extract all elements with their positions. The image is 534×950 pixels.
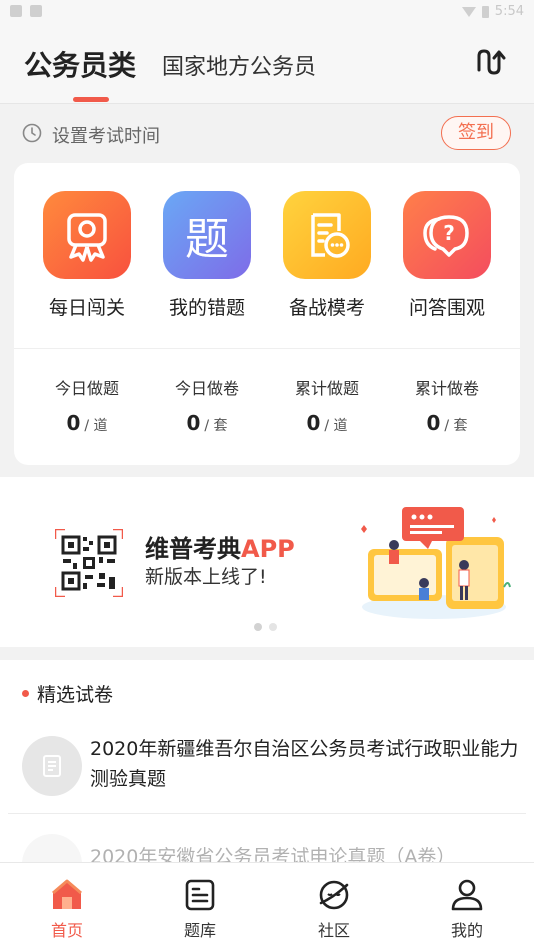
ti-character-icon: 题 bbox=[163, 191, 251, 279]
feature-label: 备战模考 bbox=[288, 297, 365, 319]
tab-profile[interactable]: 我的 bbox=[427, 877, 507, 941]
feature-daily-challenge[interactable]: 每日闯关 bbox=[27, 191, 147, 320]
tab-community[interactable]: 社区 bbox=[294, 877, 374, 941]
active-tab-indicator bbox=[73, 97, 109, 102]
section-title: 精选试卷 bbox=[37, 684, 114, 706]
section-header: 精选试卷 bbox=[22, 680, 113, 707]
stat-value: 0/ 道 bbox=[27, 411, 147, 435]
tab-home[interactable]: 首页 bbox=[27, 877, 107, 941]
stat-total-questions: 累计做题 0/ 道 bbox=[267, 375, 387, 435]
promo-banner[interactable]: 维普考典APP 新版本上线了! bbox=[0, 477, 534, 647]
set-exam-time-link[interactable]: 设置考试时间 bbox=[52, 122, 160, 148]
wifi-icon bbox=[461, 6, 476, 17]
question-bubble-icon: ? bbox=[403, 191, 491, 279]
carousel-dot[interactable] bbox=[254, 623, 262, 631]
stat-unit: / 套 bbox=[204, 418, 228, 434]
stat-value: 0/ 套 bbox=[387, 411, 507, 435]
banner-subtitle: 新版本上线了! bbox=[145, 566, 267, 588]
tab-label: 我的 bbox=[450, 921, 483, 940]
banner-title-main: 维普考典 bbox=[145, 535, 241, 563]
community-planet-icon bbox=[319, 880, 349, 910]
qr-code-icon bbox=[55, 529, 123, 597]
divider bbox=[8, 813, 526, 814]
banner-title: 维普考典APP bbox=[145, 529, 295, 564]
feature-label: 每日闯关 bbox=[48, 297, 125, 319]
tab-question-bank[interactable]: 题库 bbox=[160, 877, 240, 941]
home-icon bbox=[52, 879, 82, 909]
stat-label: 累计做题 bbox=[294, 379, 359, 398]
banner-title-accent: APP bbox=[241, 535, 295, 563]
stat-label: 累计做卷 bbox=[414, 379, 479, 398]
exam-paper-icon bbox=[283, 191, 371, 279]
notification-icon bbox=[10, 5, 22, 17]
paper-title: 2020年新疆维吾尔自治区公务员考试行政职业能力测验真题 bbox=[90, 738, 519, 790]
tab-label: 首页 bbox=[50, 921, 83, 940]
stat-number: 0 bbox=[186, 411, 201, 435]
stat-today-papers: 今日做卷 0/ 套 bbox=[147, 375, 267, 435]
section-bullet bbox=[22, 690, 29, 697]
medal-icon bbox=[43, 191, 131, 279]
carousel-dot[interactable] bbox=[269, 623, 277, 631]
feature-card: 每日闯关 题 我的错题 备战模考 ? 问答围观 今日做题 0 / 道 今日做卷 … bbox=[14, 163, 520, 465]
battery-icon bbox=[481, 5, 489, 18]
carousel-dots bbox=[254, 623, 277, 631]
stat-today-questions: 今日做题 0/ 道 bbox=[27, 375, 147, 435]
stat-total-papers: 累计做卷 0/ 套 bbox=[387, 375, 507, 435]
stat-unit: / 道 bbox=[84, 418, 108, 434]
feature-my-mistakes[interactable]: 题 我的错题 bbox=[147, 191, 267, 320]
stat-number: 0 bbox=[66, 411, 81, 435]
feature-label: 我的错题 bbox=[168, 297, 245, 319]
tab-label: 题库 bbox=[183, 921, 216, 940]
feature-qa[interactable]: ? 问答围观 bbox=[387, 191, 507, 320]
featured-papers-section: 精选试卷 2020年新疆维吾尔自治区公务员考试行政职业能力测验真题 2020年安… bbox=[0, 660, 534, 894]
header: 公务员类 国家地方公务员 bbox=[0, 24, 534, 104]
stat-number: 0 bbox=[306, 411, 321, 435]
category-title[interactable]: 公务员类 bbox=[24, 44, 136, 84]
paper-item[interactable]: 2020年新疆维吾尔自治区公务员考试行政职业能力测验真题 bbox=[22, 732, 522, 812]
status-time: 5:54 bbox=[494, 4, 524, 19]
question-mark: ? bbox=[443, 221, 455, 245]
study-illustration-icon bbox=[361, 507, 511, 619]
feature-mock-exam[interactable]: 备战模考 bbox=[267, 191, 387, 320]
question-bank-icon bbox=[185, 879, 215, 911]
status-bar: 5:54 bbox=[0, 0, 534, 24]
stat-unit: / 套 bbox=[444, 418, 468, 434]
app-notification-icon bbox=[30, 5, 42, 17]
divider bbox=[14, 348, 520, 349]
stat-number: 0 bbox=[426, 411, 441, 435]
profile-icon bbox=[451, 879, 483, 911]
bottom-tab-bar: 首页 题库 社区 我的 bbox=[0, 862, 534, 950]
stat-value: 0/ 道 bbox=[267, 411, 387, 435]
stat-value: 0/ 套 bbox=[147, 411, 267, 435]
ti-character: 题 bbox=[185, 214, 229, 265]
switch-icon[interactable] bbox=[474, 44, 510, 80]
stat-unit: / 道 bbox=[324, 418, 348, 434]
exam-time-bar: 设置考试时间 签到 bbox=[0, 105, 534, 161]
tab-label: 社区 bbox=[317, 921, 350, 940]
stat-label: 今日做题 bbox=[54, 379, 119, 398]
feature-label: 问答围观 bbox=[408, 297, 485, 319]
clock-icon bbox=[22, 123, 42, 143]
stat-label: 今日做卷 bbox=[174, 379, 239, 398]
category-subtitle[interactable]: 国家地方公务员 bbox=[162, 49, 316, 81]
document-icon bbox=[22, 736, 82, 796]
signin-button[interactable]: 签到 bbox=[441, 116, 511, 150]
